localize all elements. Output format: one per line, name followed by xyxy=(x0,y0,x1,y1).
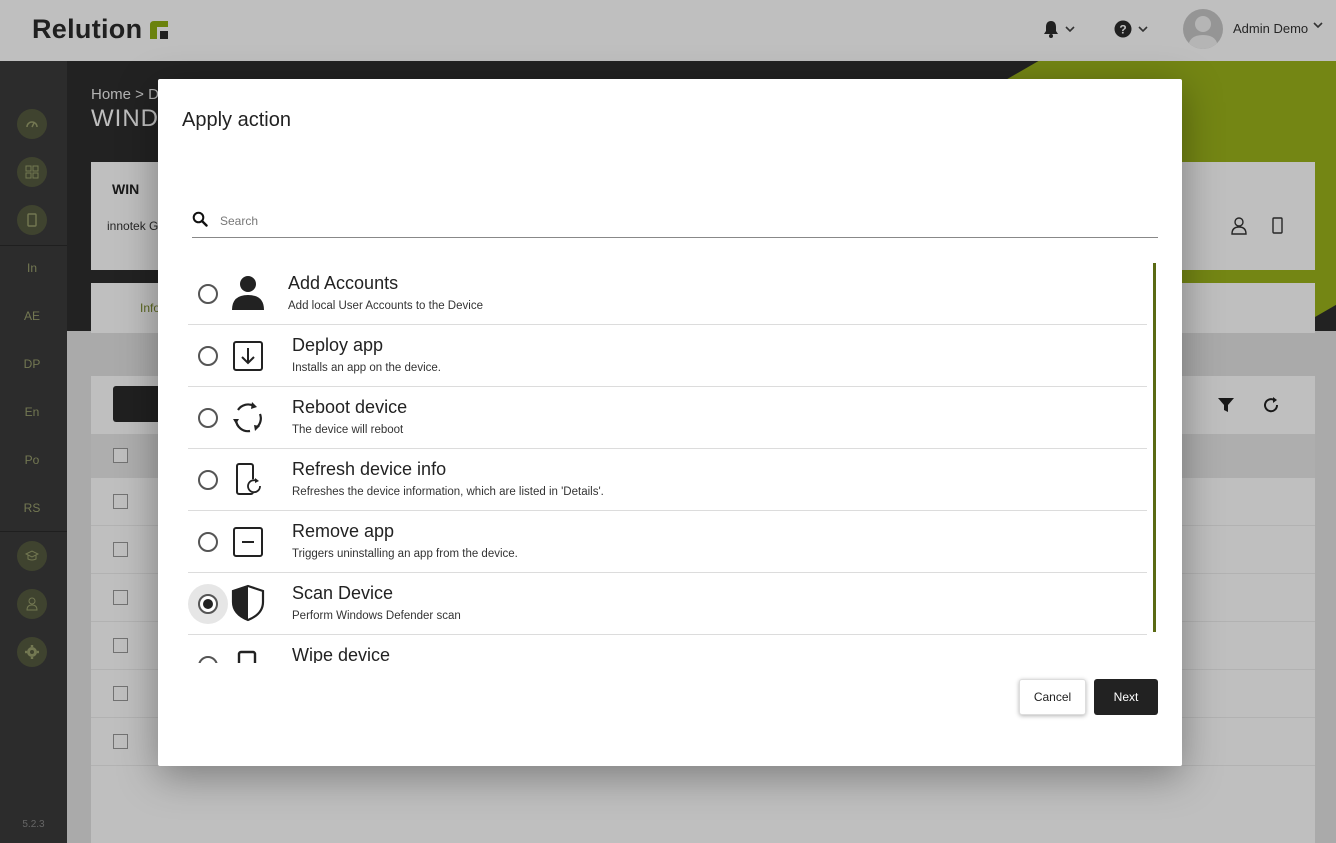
action-option-reboot-device[interactable]: Reboot device The device will reboot xyxy=(188,387,1147,449)
action-description: Add local User Accounts to the Device xyxy=(288,300,483,312)
action-title: Add Accounts xyxy=(288,273,399,293)
action-option-deploy-app[interactable]: Deploy app Installs an app on the device… xyxy=(188,325,1147,387)
radio-button[interactable] xyxy=(198,532,218,552)
user-icon xyxy=(232,276,264,310)
search-input[interactable] xyxy=(220,210,1120,232)
next-button[interactable]: Next xyxy=(1094,679,1158,715)
action-title: Deploy app xyxy=(292,335,384,355)
action-description: The device will reboot xyxy=(292,424,404,436)
search-icon xyxy=(192,211,208,227)
radio-button[interactable] xyxy=(198,284,218,304)
action-option-remove-app[interactable]: Remove app Triggers uninstalling an app … xyxy=(188,511,1147,573)
action-title: Scan Device xyxy=(292,583,394,603)
cancel-button[interactable]: Cancel xyxy=(1019,679,1086,715)
action-description: Perform Windows Defender scan xyxy=(292,610,461,622)
action-list: Add Accounts Add local User Accounts to … xyxy=(188,263,1156,663)
action-option-add-accounts[interactable]: Add Accounts Add local User Accounts to … xyxy=(188,263,1147,325)
action-title: Reboot device xyxy=(292,397,408,417)
action-description: Triggers uninstalling an app from the de… xyxy=(292,548,518,560)
action-title: Refresh device info xyxy=(292,459,447,479)
action-description: Installs an app on the device. xyxy=(292,362,441,374)
action-option-scan-device[interactable]: Scan Device Perform Windows Defender sca… xyxy=(188,573,1147,635)
action-title: Wipe device xyxy=(292,645,391,663)
wipe-device-icon xyxy=(237,650,257,663)
reboot-icon xyxy=(233,402,262,433)
search-field[interactable] xyxy=(192,206,1158,238)
download-box-icon xyxy=(233,341,263,371)
radio-button[interactable] xyxy=(198,346,218,366)
list-scrollbar[interactable] xyxy=(1153,263,1156,632)
action-option-refresh-device-info[interactable]: Refresh device info Refreshes the device… xyxy=(188,449,1147,511)
radio-button[interactable] xyxy=(198,408,218,428)
shield-icon xyxy=(231,584,265,622)
action-description: Refreshes the device information, which … xyxy=(292,486,604,498)
minus-box-icon xyxy=(233,527,263,557)
radio-button[interactable] xyxy=(198,656,218,663)
action-title: Remove app xyxy=(292,521,395,541)
radio-button[interactable] xyxy=(198,470,218,490)
apply-action-dialog: Apply action Add Accounts Add local User… xyxy=(158,79,1182,766)
radio-button-selected[interactable] xyxy=(198,594,218,614)
dialog-title: Apply action xyxy=(182,109,291,131)
refresh-device-icon xyxy=(236,463,261,495)
action-option-wipe-device[interactable]: Wipe device xyxy=(188,635,1147,663)
